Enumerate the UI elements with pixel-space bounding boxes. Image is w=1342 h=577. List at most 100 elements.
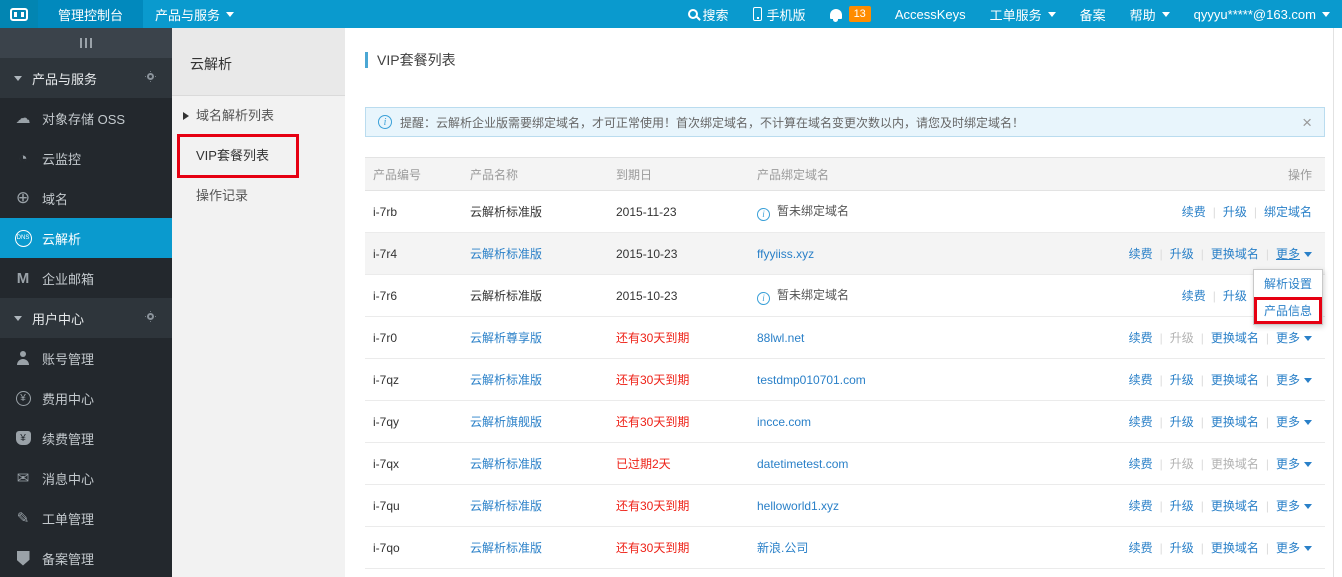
nav-mobile[interactable]: 手机版 [741, 0, 818, 28]
sidebar-item[interactable]: ¥ 费用中心 [0, 378, 172, 418]
message-icon: ✉ [16, 470, 30, 487]
action-link[interactable]: 升级 [1223, 289, 1247, 303]
cell-product-id: i-7qx [373, 456, 400, 471]
aliyun-logo[interactable] [0, 0, 38, 28]
more-action[interactable]: 更多 [1276, 331, 1312, 345]
sidebar-item[interactable]: M 企业邮箱 [0, 258, 172, 298]
sidebar-item[interactable]: ⊕ 域名 [0, 178, 172, 218]
subnav-item-label: 域名解析列表 [196, 108, 275, 123]
more-action[interactable]: 更多 [1276, 499, 1312, 513]
action-link[interactable]: 升级 [1170, 415, 1194, 429]
nav-accesskeys[interactable]: AccessKeys [883, 0, 978, 28]
sidebar-item[interactable]: 账号管理 [0, 338, 172, 378]
action-link[interactable]: 升级 [1170, 247, 1194, 261]
action-link[interactable]: 续费 [1129, 541, 1153, 555]
action-link[interactable]: 续费 [1182, 289, 1206, 303]
product-name-link[interactable]: 云解析标准版 [470, 457, 542, 471]
cell-actions: 续费 | 升级 | 更换域名 | 更多 [1003, 413, 1325, 430]
action-link[interactable]: 升级 [1223, 205, 1247, 219]
sidebar-item[interactable]: 备案管理 [0, 538, 172, 577]
more-action[interactable]: 更多 [1276, 541, 1312, 555]
action-link[interactable]: 更换域名 [1211, 331, 1259, 345]
cell-product-name: 云解析旗舰版 [470, 413, 616, 430]
action-link[interactable]: 升级 [1170, 541, 1194, 555]
sidebar-item-label: 工单管理 [42, 511, 95, 527]
globe-icon: ⊕ [15, 188, 31, 207]
chevron-down-icon [1161, 11, 1170, 17]
product-name-link[interactable]: 云解析标准版 [470, 247, 542, 261]
domain-link[interactable]: 新浪.公司 [757, 541, 808, 555]
product-name-link[interactable]: 云解析标准版 [470, 373, 542, 387]
sidebar-item[interactable]: ◔ 云监控 [0, 138, 172, 178]
product-name-link[interactable]: 云解析标准版 [470, 541, 542, 555]
gear-icon[interactable] [147, 313, 154, 320]
dropdown-item[interactable]: 解析设置 [1254, 270, 1322, 297]
action-link[interactable]: 更换域名 [1211, 247, 1259, 261]
more-action[interactable]: 更多 [1276, 415, 1312, 429]
dropdown-item[interactable]: 产品信息 [1253, 297, 1322, 324]
subnav-item[interactable]: 域名解析列表 [172, 96, 345, 136]
domain-link[interactable]: testdmp010701.com [757, 373, 866, 387]
expiry-text: 2015-11-23 [616, 204, 677, 219]
domain-link[interactable]: helloworld1.xyz [757, 499, 839, 513]
sidebar-item[interactable]: ✎ 工单管理 [0, 498, 172, 538]
sidebar-item-label: 续费管理 [42, 431, 95, 447]
more-action[interactable]: 更多 [1276, 457, 1312, 471]
action-link[interactable]: 续费 [1182, 205, 1206, 219]
action-link[interactable]: 续费 [1129, 415, 1153, 429]
column-header: 操作 [1287, 167, 1312, 182]
product-name-link[interactable]: 云解析旗舰版 [470, 415, 542, 429]
topbar-right: 搜索 手机版 13 AccessKeys 工单服务 备案 帮助 qyyyu***… [676, 0, 1342, 28]
account-menu[interactable]: qyyyu*****@163.com [1182, 0, 1342, 28]
renew-icon: ¥ [10, 431, 36, 445]
gear-icon[interactable] [147, 73, 154, 80]
more-action[interactable]: 更多 [1276, 373, 1312, 387]
action-link[interactable]: 绑定域名 [1264, 205, 1312, 219]
product-name-link[interactable]: 云解析尊享版 [470, 331, 542, 345]
sidebar-collapse-button[interactable] [0, 28, 172, 58]
nav-tickets-menu[interactable]: 工单服务 [978, 0, 1068, 28]
sidebar-group-header[interactable]: 用户中心 [0, 298, 172, 338]
cell-product-id: i-7qy [373, 414, 400, 429]
nav-products-menu[interactable]: 产品与服务 [143, 0, 246, 28]
nav-beian[interactable]: 备案 [1068, 0, 1118, 28]
nav-notifications[interactable]: 13 [818, 0, 883, 28]
nav-search[interactable]: 搜索 [676, 0, 741, 28]
sidebar-item[interactable]: ☁ 对象存储 OSS [0, 98, 172, 138]
sidebar-group-header[interactable]: 产品与服务 [0, 58, 172, 98]
action-link[interactable]: 更换域名 [1211, 499, 1259, 513]
action-link[interactable]: 续费 [1129, 331, 1153, 345]
domain-link[interactable]: incce.com [757, 415, 811, 429]
nav-console[interactable]: 管理控制台 [38, 0, 144, 28]
domain-link[interactable]: 88lwl.net [757, 331, 804, 345]
action-link[interactable]: 升级 [1170, 373, 1194, 387]
sidebar-item[interactable]: DNS 云解析 [0, 218, 172, 258]
cell-expiry: 还有30天到期 [616, 371, 757, 388]
nav-help-menu[interactable]: 帮助 [1118, 0, 1182, 28]
cell-product-id: i-7r0 [373, 330, 398, 345]
sidebar-item[interactable]: ✉ 消息中心 [0, 458, 172, 498]
action-separator: | [1159, 247, 1163, 261]
close-icon[interactable]: × [1302, 114, 1312, 131]
action-link[interactable]: 更换域名 [1211, 541, 1259, 555]
action-link[interactable]: 续费 [1129, 247, 1153, 261]
product-name-link[interactable]: 云解析标准版 [470, 499, 542, 513]
sidebar-item[interactable]: ¥ 续费管理 [0, 418, 172, 458]
product-name-text: 云解析标准版 [470, 289, 543, 303]
action-separator: | [1212, 205, 1216, 219]
cell-product-id: i-7r4 [373, 246, 398, 261]
more-action[interactable]: 更多 [1276, 247, 1312, 261]
expiry-text: 还有30天到期 [616, 499, 690, 513]
subnav-item[interactable]: 操作记录 [172, 176, 345, 216]
expiry-text: 2015-10-23 [616, 246, 678, 261]
action-link[interactable]: 更换域名 [1211, 373, 1259, 387]
subnav-item[interactable]: VIP套餐列表 [172, 134, 345, 178]
action-link[interactable]: 续费 [1129, 373, 1153, 387]
action-link[interactable]: 续费 [1129, 457, 1153, 471]
sidebar-item-label: 域名 [42, 191, 69, 207]
domain-link[interactable]: datetimetest.com [757, 457, 848, 471]
domain-link[interactable]: ffyyiiss.xyz [757, 247, 814, 261]
action-link[interactable]: 升级 [1170, 499, 1194, 513]
action-link[interactable]: 续费 [1129, 499, 1153, 513]
action-link[interactable]: 更换域名 [1211, 415, 1259, 429]
